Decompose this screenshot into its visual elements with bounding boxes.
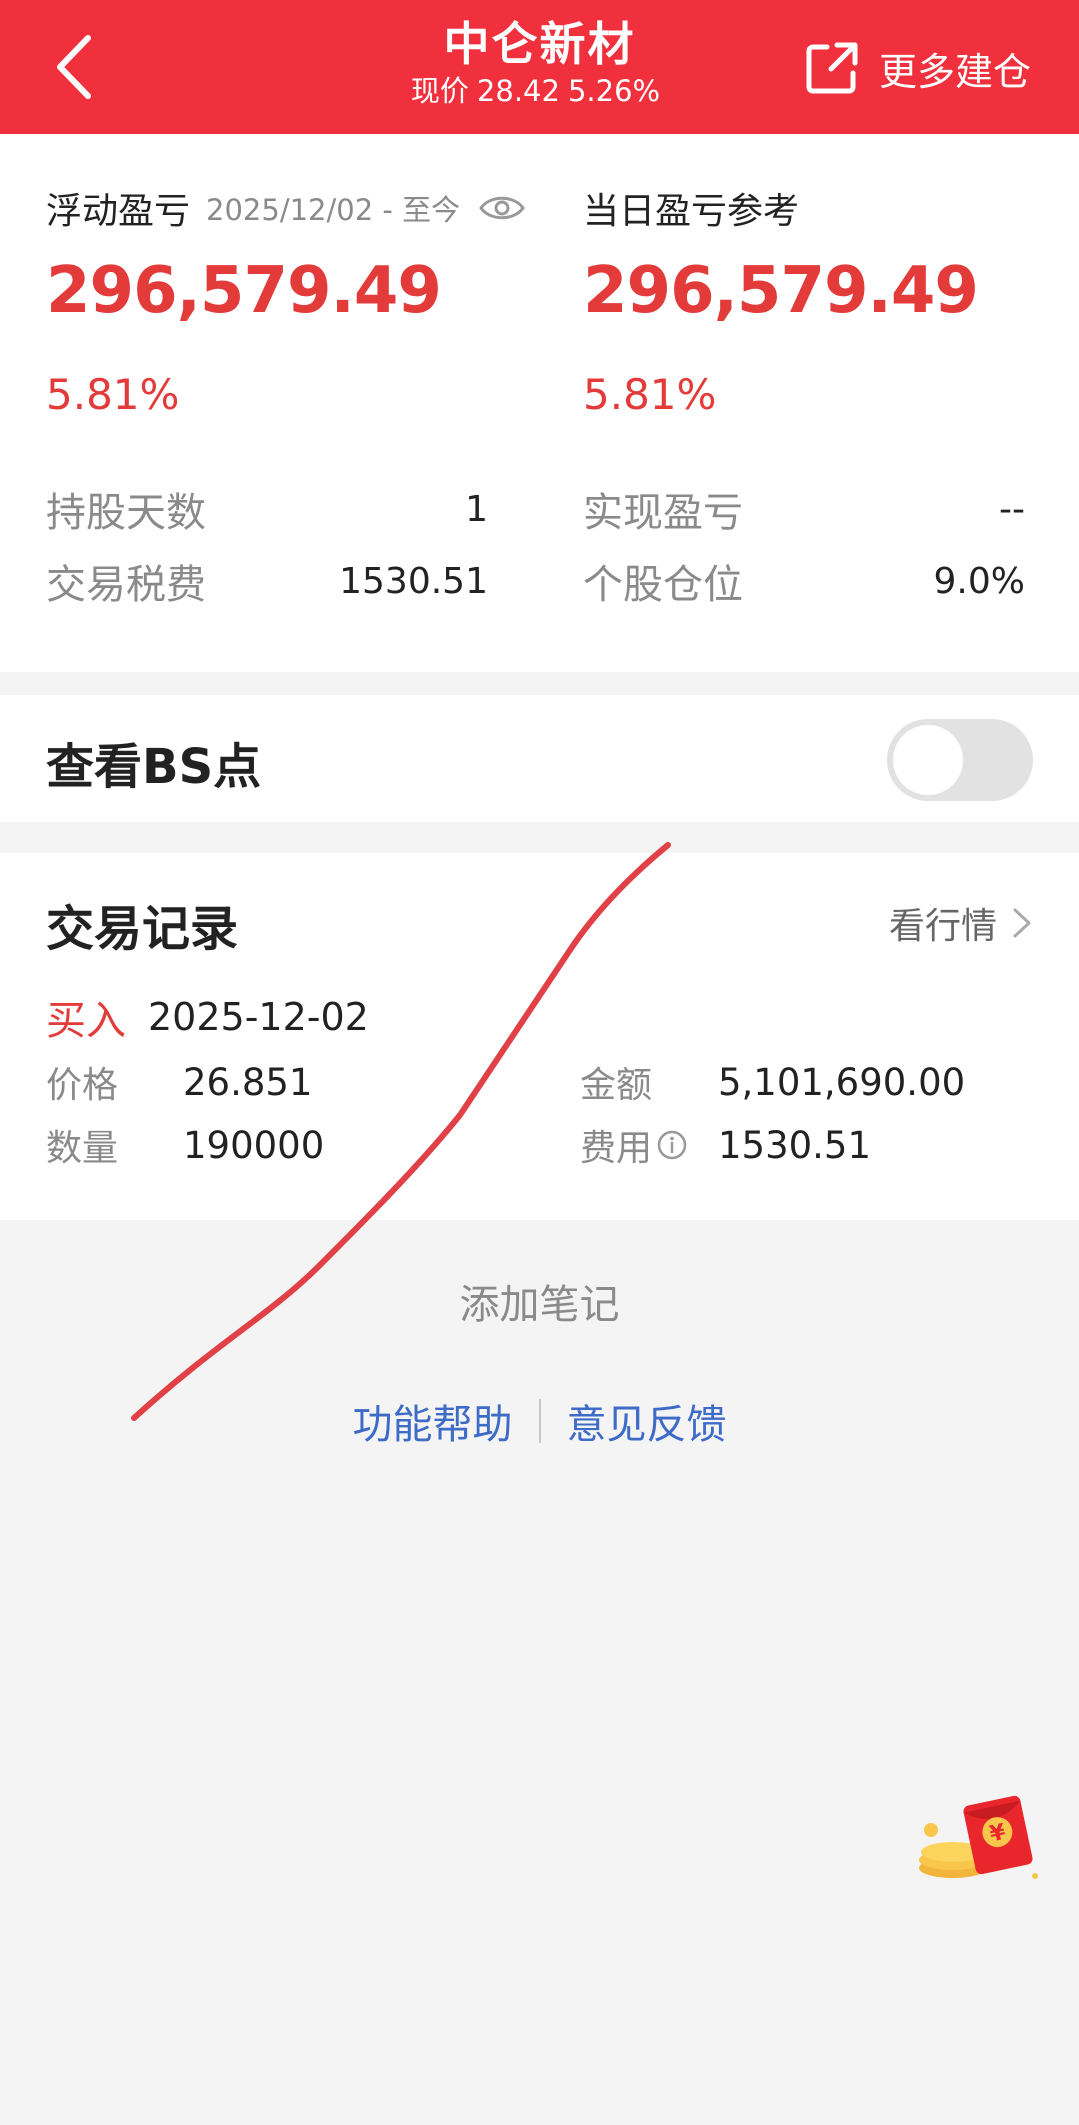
position-label: 个股仓位 — [583, 562, 743, 608]
trade-fee-label-wrap: 费用 — [580, 1119, 688, 1171]
share-external-icon — [806, 42, 858, 94]
trade-records-card: 交易记录 看行情 买入 2025-12-02 价格 26.851 数量 1900… — [0, 853, 1079, 1220]
position-row: 个股仓位 9.0% — [583, 552, 1025, 610]
daily-profit-label: 当日盈亏参考 — [583, 191, 800, 232]
realized-label: 实现盈亏 — [583, 490, 743, 536]
eye-icon[interactable] — [478, 191, 526, 225]
tax-fee-row: 交易税费 1530.51 — [46, 552, 488, 610]
trade-qty-label: 数量 — [46, 1128, 119, 1169]
hold-days-value: 1 — [465, 488, 488, 530]
daily-profit-header: 当日盈亏参考 — [583, 182, 799, 234]
view-quote-label: 看行情 — [888, 906, 997, 947]
profit-summary-card: 浮动盈亏 2025/12/02 - 至今 296,579.49 5.81% 持股… — [0, 134, 1079, 672]
trade-fee-field: 费用 1530.51 — [580, 1119, 871, 1171]
trade-price-value: 26.851 — [183, 1060, 313, 1104]
trade-fee-value: 1530.51 — [718, 1123, 872, 1167]
toggle-knob — [893, 725, 963, 795]
realized-value: -- — [999, 488, 1025, 530]
trade-type-badge: 买入 — [46, 998, 126, 1044]
footer-divider — [538, 1399, 541, 1443]
trade-amount-value: 5,101,690.00 — [718, 1060, 966, 1104]
trade-amount-label: 金额 — [580, 1065, 653, 1106]
add-note-button[interactable]: 添加笔记 — [0, 1272, 1079, 1330]
floating-profit-value: 296,579.49 — [46, 254, 442, 328]
tax-fee-label: 交易税费 — [46, 562, 206, 608]
date-range: 2025/12/02 - 至今 — [206, 193, 461, 227]
floating-profit-label: 浮动盈亏 — [46, 191, 191, 232]
position-value: 9.0% — [933, 560, 1025, 602]
info-icon[interactable] — [656, 1129, 688, 1161]
trade-amount-field: 金额 5,101,690.00 — [580, 1056, 965, 1108]
hold-days-label: 持股天数 — [46, 490, 206, 536]
help-link[interactable]: 功能帮助 — [353, 1392, 513, 1450]
footer-links: 功能帮助 意见反馈 — [0, 1392, 1079, 1450]
trade-date: 2025-12-02 — [148, 995, 369, 1039]
top-bar: 中仑新材 现价 28.42 5.26% 更多建仓 — [0, 0, 1079, 134]
daily-profit-value: 296,579.49 — [583, 254, 979, 328]
floating-profit-percent: 5.81% — [46, 370, 180, 419]
chevron-right-icon — [1013, 908, 1031, 938]
feedback-link[interactable]: 意见反馈 — [567, 1392, 727, 1450]
more-build-button[interactable]: 更多建仓 — [803, 38, 1031, 98]
trade-records-title: 交易记录 — [46, 901, 239, 957]
trade-fee-label: 费用 — [580, 1128, 653, 1169]
realized-row: 实现盈亏 -- — [583, 480, 1025, 538]
bs-points-row: 查看BS点 — [0, 695, 1079, 822]
red-envelope-icon: ¥ — [919, 1795, 1038, 1879]
tax-fee-value: 1530.51 — [339, 560, 488, 602]
more-build-label: 更多建仓 — [878, 49, 1031, 94]
view-quote-link[interactable]: 看行情 — [889, 897, 1033, 949]
trade-price-field: 价格 26.851 — [46, 1056, 312, 1108]
trade-record-header[interactable]: 买入 2025-12-02 — [46, 988, 369, 1046]
current-price: 28.42 — [476, 74, 560, 108]
trade-qty-value: 190000 — [183, 1123, 325, 1167]
bs-points-label: 查看BS点 — [46, 739, 262, 795]
daily-profit-percent: 5.81% — [583, 370, 717, 419]
trade-qty-field: 数量 190000 — [46, 1119, 324, 1171]
change-percent: 5.26% — [567, 74, 661, 108]
price-label: 现价 — [410, 74, 469, 108]
trade-price-label: 价格 — [46, 1065, 119, 1106]
hold-days-row: 持股天数 1 — [46, 480, 488, 538]
floating-profit-header: 浮动盈亏 2025/12/02 - 至今 — [46, 182, 526, 234]
red-envelope-float[interactable]: ¥ — [903, 1790, 1043, 1890]
bs-points-toggle[interactable] — [887, 719, 1033, 801]
